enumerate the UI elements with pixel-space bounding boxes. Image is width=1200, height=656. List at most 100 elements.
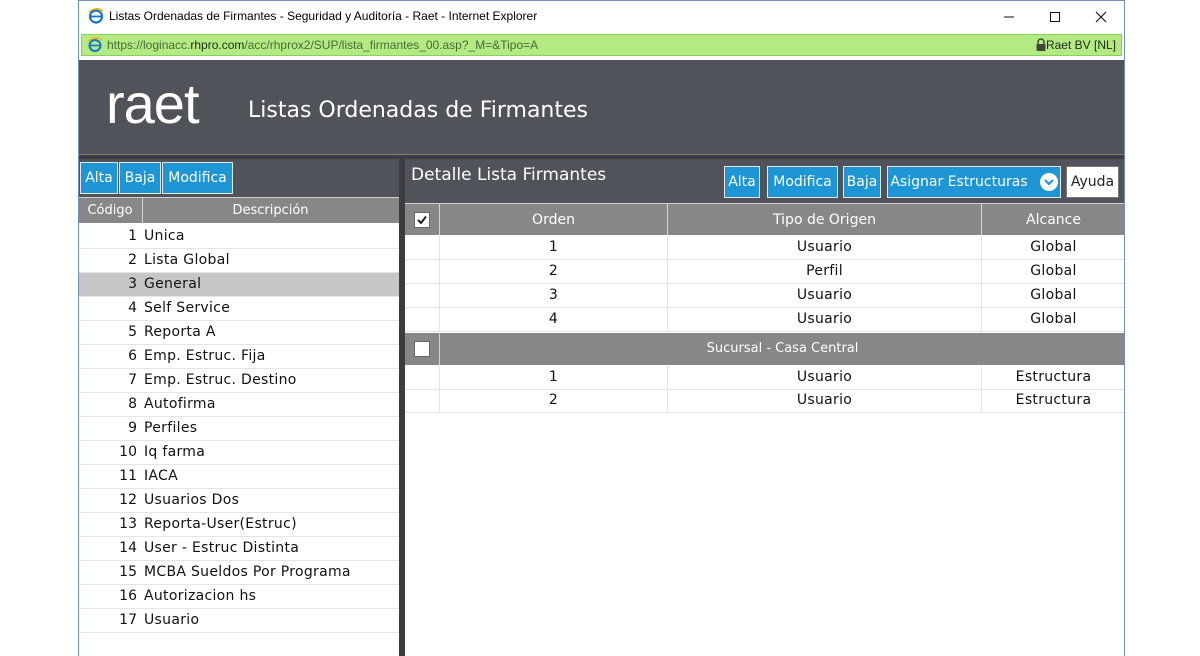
alcance-cell: Global — [981, 260, 1124, 283]
group-check-cell — [405, 333, 439, 365]
table-row[interactable]: 1 Usuario Estructura — [405, 366, 1124, 390]
asignar-estructuras-label: Asignar Estructuras — [890, 174, 1028, 190]
group-checkbox[interactable] — [414, 341, 430, 357]
address-bar[interactable]: https://loginacc.rhpro.com/acc/rhprox2/S… — [81, 34, 1122, 56]
url-domain: rhpro.com — [190, 38, 245, 52]
row-check-cell — [405, 284, 439, 307]
list-item-code: 7 — [128, 372, 137, 388]
list-item[interactable]: 17 Usuario — [79, 609, 399, 633]
detail-baja-button[interactable]: Baja — [843, 166, 881, 198]
tipo-origen-cell: Usuario — [667, 284, 981, 307]
certificate-label[interactable]: Raet BV [NL] — [1046, 38, 1116, 52]
close-button[interactable] — [1078, 1, 1124, 32]
chevron-down-icon — [1039, 173, 1058, 191]
list-item-code: 4 — [128, 300, 137, 316]
alcance-cell: Estructura — [981, 366, 1124, 389]
list-item[interactable]: 12 Usuarios Dos — [79, 489, 399, 513]
row-check-cell — [405, 260, 439, 283]
list-item-code: 3 — [128, 276, 137, 292]
detail-alta-button[interactable]: Alta — [724, 166, 760, 198]
column-header-description[interactable]: Descripción — [142, 198, 398, 223]
list-item[interactable]: 1 Unica — [79, 225, 399, 249]
table-row[interactable]: 2 Perfil Global — [405, 260, 1124, 284]
list-item[interactable]: 10 Iq farma — [79, 441, 399, 465]
minimize-button[interactable] — [986, 1, 1032, 32]
group-row[interactable]: Sucursal - Casa Central — [405, 333, 1124, 365]
list-item[interactable]: 13 Reporta-User(Estruc) — [79, 513, 399, 537]
column-header-alcance[interactable]: Alcance — [981, 204, 1124, 235]
list-item-description: IACA — [144, 468, 179, 484]
signer-list-panel: Alta Baja Modifica Código Descripción 1U… — [79, 159, 399, 656]
signer-list: 1 Unica 2 Lista Global 3 General 4 Self Service… — [79, 225, 399, 633]
list-item-description: Reporta-User(Estruc) — [144, 516, 297, 532]
detail-panel: Detalle Lista Firmantes Alta Modifica Ba… — [405, 159, 1124, 656]
url-text: https://loginacc.rhpro.com/acc/rhprox2/S… — [107, 38, 538, 52]
list-item-description: Emp. Estruc. Destino — [144, 372, 297, 388]
minimize-icon — [1004, 16, 1014, 17]
baja-button[interactable]: Baja — [119, 162, 161, 194]
tipo-origen-cell: Usuario — [667, 236, 981, 259]
list-item[interactable]: 16 Autorizacion hs — [79, 585, 399, 609]
list-item-description: Usuarios Dos — [144, 492, 240, 508]
list-item[interactable]: 2 Lista Global — [79, 249, 399, 273]
list-item[interactable]: 3 General — [79, 273, 399, 297]
detail-toolbar: Detalle Lista Firmantes Alta Modifica Ba… — [405, 159, 1124, 203]
internet-explorer-icon — [87, 37, 103, 52]
list-item-description: Self Service — [144, 300, 231, 316]
maximize-button[interactable] — [1032, 1, 1078, 32]
tipo-origen-cell: Usuario — [667, 389, 981, 412]
list-item-description: General — [144, 276, 202, 292]
list-item-code: 15 — [119, 564, 137, 580]
tipo-origen-cell: Usuario — [667, 366, 981, 389]
list-item-code: 5 — [128, 324, 137, 340]
detail-grid-header: Orden Tipo de Origen Alcance — [405, 203, 1124, 235]
tipo-origen-cell: Usuario — [667, 308, 981, 331]
list-item-code: 11 — [119, 468, 137, 484]
ayuda-button[interactable]: Ayuda — [1066, 166, 1119, 198]
alcance-cell: Global — [981, 284, 1124, 307]
alcance-cell: Estructura — [981, 389, 1124, 412]
table-row[interactable]: 3 Usuario Global — [405, 284, 1124, 308]
select-all-checkbox[interactable] — [414, 211, 430, 228]
list-item[interactable]: 14 User - Estruc Distinta — [79, 537, 399, 561]
list-item[interactable]: 7 Emp. Estruc. Destino — [79, 369, 399, 393]
list-item[interactable]: 9 Perfiles — [79, 417, 399, 441]
column-header-tipo-origen[interactable]: Tipo de Origen — [667, 204, 981, 235]
column-header-code[interactable]: Código — [79, 198, 141, 223]
orden-cell: 1 — [439, 366, 667, 389]
browser-window: Listas Ordenadas de Firmantes - Segurida… — [78, 0, 1125, 656]
detail-modifica-button[interactable]: Modifica — [767, 166, 838, 198]
list-item-code: 2 — [128, 252, 137, 268]
orden-cell: 3 — [439, 284, 667, 307]
list-item-code: 17 — [119, 612, 137, 628]
table-row[interactable]: 2 Usuario Estructura — [405, 389, 1124, 413]
list-item-code: 9 — [128, 420, 137, 436]
app-header: raet Listas Ordenadas de Firmantes — [79, 60, 1124, 154]
table-row[interactable]: 4 Usuario Global — [405, 308, 1124, 332]
internet-explorer-icon — [88, 8, 104, 24]
row-check-cell — [405, 389, 439, 412]
page-title: Listas Ordenadas de Firmantes — [248, 98, 588, 123]
list-item[interactable]: 8 Autofirma — [79, 393, 399, 417]
list-item-description: Emp. Estruc. Fija — [144, 348, 266, 364]
row-check-cell — [405, 366, 439, 389]
checkmark-icon — [417, 215, 427, 225]
group-label: Sucursal - Casa Central — [439, 333, 1124, 365]
asignar-estructuras-dropdown[interactable]: Asignar Estructuras — [887, 166, 1061, 198]
list-item-code: 6 — [128, 348, 137, 364]
table-row[interactable]: 1 Usuario Global — [405, 236, 1124, 260]
list-item-code: 1 — [128, 228, 137, 244]
title-bar: Listas Ordenadas de Firmantes - Segurida… — [79, 1, 1124, 32]
list-item[interactable]: 6 Emp. Estruc. Fija — [79, 345, 399, 369]
column-header-orden[interactable]: Orden — [439, 204, 667, 235]
list-item[interactable]: 11 IACA — [79, 465, 399, 489]
list-item[interactable]: 5 Reporta A — [79, 321, 399, 345]
modifica-button[interactable]: Modifica — [162, 162, 233, 194]
orden-cell: 2 — [439, 389, 667, 412]
alcance-cell: Global — [981, 308, 1124, 331]
alta-button[interactable]: Alta — [80, 162, 118, 194]
list-item[interactable]: 4 Self Service — [79, 297, 399, 321]
close-icon — [1095, 11, 1107, 22]
list-item-code: 10 — [119, 444, 137, 460]
list-item[interactable]: 15 MCBA Sueldos Por Programa — [79, 561, 399, 585]
